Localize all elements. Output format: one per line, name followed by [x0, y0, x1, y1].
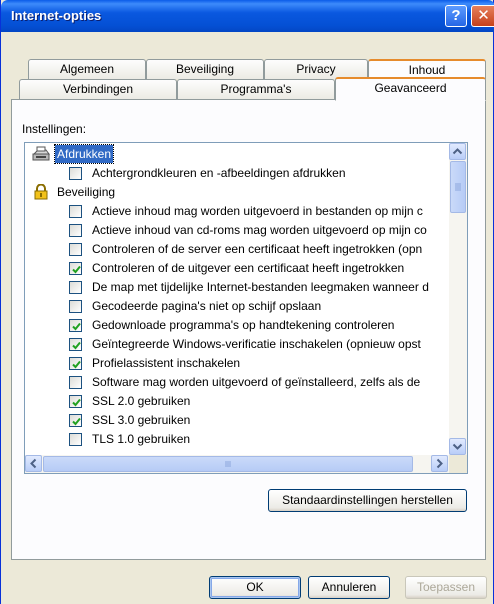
tab-algemeen[interactable]: Algemeen	[28, 59, 146, 79]
setting-row[interactable]: Profielassistent inschakelen	[25, 354, 449, 373]
checkbox-unchecked[interactable]	[69, 205, 82, 218]
setting-label: SSL 2.0 gebruiken	[92, 394, 191, 408]
setting-label: TLS 1.0 gebruiken	[92, 432, 191, 446]
setting-label: Controleren of de uitgever een certifica…	[92, 261, 405, 275]
grip-icon	[225, 461, 231, 467]
category-row[interactable]: Afdrukken	[25, 144, 449, 164]
tab-inhoud[interactable]: Inhoud	[368, 59, 486, 79]
arrow-up-icon	[452, 148, 463, 155]
setting-label: Gecodeerde pagina's niet op schijf opsla…	[92, 299, 322, 313]
scroll-up-button[interactable]	[449, 143, 466, 160]
horizontal-scrollbar[interactable]	[25, 455, 449, 473]
checkbox-checked[interactable]	[69, 262, 82, 275]
arrow-right-icon	[436, 458, 443, 469]
scroll-left-button[interactable]	[25, 455, 42, 472]
restore-defaults-button[interactable]: Standaardinstellingen herstellen	[268, 489, 467, 512]
scrollbar-corner	[449, 455, 467, 473]
checkbox-unchecked[interactable]	[69, 243, 82, 256]
setting-row[interactable]: Actieve inhoud mag worden uitgevoerd in …	[25, 202, 449, 221]
setting-row[interactable]: SSL 3.0 gebruiken	[25, 411, 449, 430]
setting-label: Geïntegreerde Windows-verificatie inscha…	[92, 337, 421, 351]
ok-button[interactable]: OK	[209, 576, 301, 599]
vertical-scroll-thumb[interactable]	[450, 161, 466, 213]
close-button[interactable]: ✕	[471, 5, 494, 27]
checkbox-unchecked[interactable]	[69, 224, 82, 237]
category-row[interactable]: Beveiliging	[25, 183, 449, 202]
checkbox-unchecked[interactable]	[69, 167, 82, 180]
scroll-right-button[interactable]	[431, 455, 448, 472]
checkbox-unchecked[interactable]	[69, 300, 82, 313]
cancel-button[interactable]: Annuleren	[308, 576, 390, 599]
checkbox-unchecked[interactable]	[69, 376, 82, 389]
apply-button[interactable]: Toepassen	[405, 576, 487, 599]
category-label: Afdrukken	[53, 144, 115, 164]
setting-row[interactable]: Controleren of de server een certificaat…	[25, 240, 449, 259]
setting-row[interactable]: Software mag worden uitgevoerd of geïnst…	[25, 373, 449, 392]
checkbox-checked[interactable]	[69, 338, 82, 351]
settings-list[interactable]: Afdrukken Achtergrondkleuren en -afbeeldi…	[24, 142, 468, 474]
vertical-scrollbar[interactable]	[449, 143, 467, 455]
tab-beveiliging[interactable]: Beveiliging	[146, 59, 264, 79]
setting-row[interactable]: Geïntegreerde Windows-verificatie inscha…	[25, 335, 449, 354]
checkbox-checked[interactable]	[69, 357, 82, 370]
arrow-down-icon	[452, 443, 463, 450]
checkbox-checked[interactable]	[69, 414, 82, 427]
setting-row[interactable]: Actieve inhoud van cd-roms mag worden ui…	[25, 221, 449, 240]
setting-row[interactable]: Achtergrondkleuren en -afbeeldingen afdr…	[25, 164, 449, 183]
settings-list-viewport: Afdrukken Achtergrondkleuren en -afbeeldi…	[25, 143, 449, 455]
setting-label: Controleren of de server een certificaat…	[92, 242, 423, 256]
horizontal-scroll-thumb[interactable]	[43, 456, 413, 472]
checkbox-unchecked[interactable]	[69, 433, 82, 446]
tab-geavanceerd[interactable]: Geavanceerd	[335, 77, 486, 101]
setting-label: SSL 3.0 gebruiken	[92, 413, 191, 427]
printer-icon	[32, 146, 50, 162]
category-label: Beveiliging	[57, 185, 116, 199]
setting-row[interactable]: TLS 1.0 gebruiken	[25, 430, 449, 449]
setting-label: Profielassistent inschakelen	[92, 356, 241, 370]
title-bar[interactable]: Internet-opties ? ✕	[1, 0, 494, 32]
settings-label: Instellingen:	[22, 122, 87, 136]
setting-label: Actieve inhoud van cd-roms mag worden ui…	[92, 223, 427, 237]
arrow-left-icon	[30, 458, 37, 469]
setting-row[interactable]: De map met tijdelijke Internet-bestanden…	[25, 278, 449, 297]
setting-row[interactable]: Gedownloade programma's op handtekening …	[25, 316, 449, 335]
internet-options-window: Internet-opties ? ✕ Algemeen Beveiliging…	[0, 0, 494, 604]
grip-icon	[455, 183, 461, 191]
setting-label: Gedownloade programma's op handtekening …	[92, 318, 395, 332]
checkbox-checked[interactable]	[69, 395, 82, 408]
setting-label: Actieve inhoud mag worden uitgevoerd in …	[92, 204, 423, 218]
setting-row[interactable]: Gecodeerde pagina's niet op schijf opsla…	[25, 297, 449, 316]
setting-label: De map met tijdelijke Internet-bestanden…	[92, 280, 429, 294]
tab-privacy[interactable]: Privacy	[264, 59, 368, 79]
setting-label: Achtergrondkleuren en -afbeeldingen afdr…	[92, 166, 346, 180]
tab-verbindingen[interactable]: Verbindingen	[19, 79, 177, 99]
setting-row[interactable]: Controleren of de uitgever een certifica…	[25, 259, 449, 278]
checkbox-checked[interactable]	[69, 319, 82, 332]
scroll-down-button[interactable]	[449, 438, 466, 455]
help-button[interactable]: ?	[445, 5, 467, 27]
window-title: Internet-opties	[11, 8, 102, 23]
tab-programmas[interactable]: Programma's	[177, 79, 335, 99]
padlock-icon	[32, 183, 50, 200]
checkbox-unchecked[interactable]	[69, 281, 82, 294]
setting-row[interactable]: SSL 2.0 gebruiken	[25, 392, 449, 411]
setting-label: Software mag worden uitgevoerd of geïnst…	[92, 375, 421, 389]
